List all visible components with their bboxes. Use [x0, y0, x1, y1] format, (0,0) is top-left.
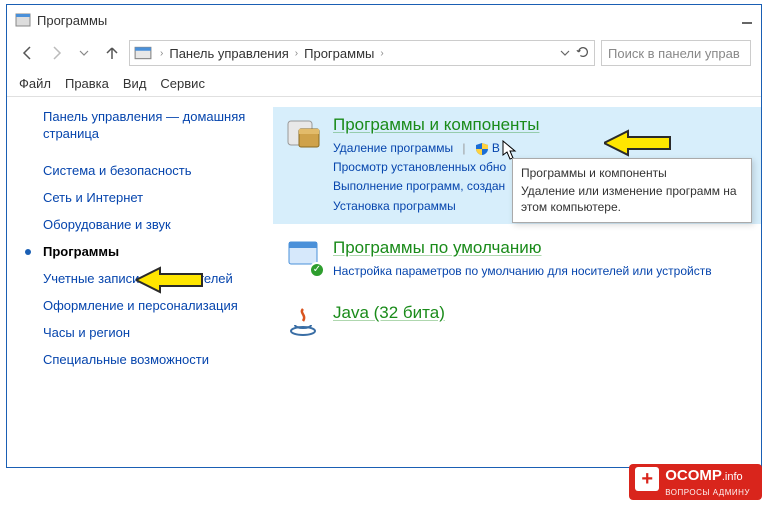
refresh-button[interactable] [576, 45, 590, 62]
breadcrumb[interactable]: › Панель управления › Программы › [129, 40, 595, 66]
menu-edit[interactable]: Правка [65, 76, 109, 91]
history-dropdown[interactable] [73, 42, 95, 64]
menu-tools[interactable]: Сервис [160, 76, 205, 91]
watermark: + OCOMP.info ВОПРОСЫ АДМИНУ [629, 464, 762, 500]
chevron-right-icon[interactable]: › [156, 48, 167, 59]
default-programs-icon: ✓ [285, 238, 321, 274]
section-title[interactable]: Java (32 бита) [333, 303, 445, 323]
link-install-program[interactable]: Установка программы [333, 199, 456, 213]
annotation-arrow [136, 265, 206, 295]
sidebar-item-network[interactable]: Сеть и Интернет [25, 184, 255, 211]
menu-bar: Файл Правка Вид Сервис [7, 71, 761, 97]
link-run-programs[interactable]: Выполнение программ, создан [333, 179, 505, 193]
watermark-domain: .info [722, 471, 743, 483]
sidebar-item-accessibility[interactable]: Специальные возможности [25, 346, 255, 373]
link-windows-features[interactable]: В [492, 141, 500, 155]
menu-file[interactable]: Файл [19, 76, 51, 91]
breadcrumb-item[interactable]: Программы [304, 46, 374, 61]
tooltip: Программы и компоненты Удаление или изме… [512, 158, 752, 223]
chevron-right-icon[interactable]: › [376, 48, 387, 59]
section-default-programs[interactable]: ✓ Программы по умолчанию Настройка парам… [273, 230, 761, 289]
up-button[interactable] [101, 42, 123, 64]
check-icon: ✓ [309, 262, 325, 278]
annotation-arrow [604, 128, 674, 158]
tooltip-title: Программы и компоненты [521, 165, 743, 181]
shield-icon [475, 142, 489, 156]
search-input[interactable]: Поиск в панели управ [601, 40, 751, 66]
minimize-button[interactable] [741, 13, 753, 28]
sidebar-item-programs[interactable]: Программы [25, 238, 255, 265]
sidebar-home-link[interactable]: Панель управления — домашняя страница [25, 109, 255, 143]
address-bar: › Панель управления › Программы › Поиск … [7, 35, 761, 71]
forward-button[interactable] [45, 42, 67, 64]
section-java[interactable]: Java (32 бита) [273, 295, 761, 347]
section-title[interactable]: Программы по умолчанию [333, 238, 542, 258]
control-panel-icon [134, 44, 152, 62]
breadcrumb-item[interactable]: Панель управления [169, 46, 288, 61]
link-view-updates[interactable]: Просмотр установленных обно [333, 160, 506, 174]
titlebar: Программы [7, 5, 761, 35]
window-title: Программы [37, 13, 107, 28]
sidebar-item-system[interactable]: Система и безопасность [25, 157, 255, 184]
sidebar-item-hardware[interactable]: Оборудование и звук [25, 211, 255, 238]
sidebar-item-appearance[interactable]: Оформление и персонализация [25, 292, 255, 319]
watermark-brand: OCOMP [665, 467, 722, 484]
tooltip-body: Удаление или изменение программ на этом … [521, 183, 743, 215]
watermark-sub: ВОПРОСЫ АДМИНУ [665, 488, 750, 497]
link-uninstall-program[interactable]: Удаление программы [333, 141, 453, 155]
chevron-right-icon[interactable]: › [291, 48, 302, 59]
plus-icon: + [635, 467, 659, 491]
java-icon [285, 303, 321, 339]
link-default-media[interactable]: Настройка параметров по умолчанию для но… [333, 264, 712, 278]
back-button[interactable] [17, 42, 39, 64]
menu-view[interactable]: Вид [123, 76, 147, 91]
sidebar: Панель управления — домашняя страница Си… [7, 97, 263, 467]
section-title[interactable]: Программы и компоненты [333, 115, 539, 135]
breadcrumb-dropdown[interactable] [560, 46, 570, 61]
window-icon [15, 12, 31, 28]
control-panel-window: Программы › Панель управления › Програм [6, 4, 762, 468]
programs-features-icon [285, 115, 321, 151]
sidebar-item-clock[interactable]: Часы и регион [25, 319, 255, 346]
